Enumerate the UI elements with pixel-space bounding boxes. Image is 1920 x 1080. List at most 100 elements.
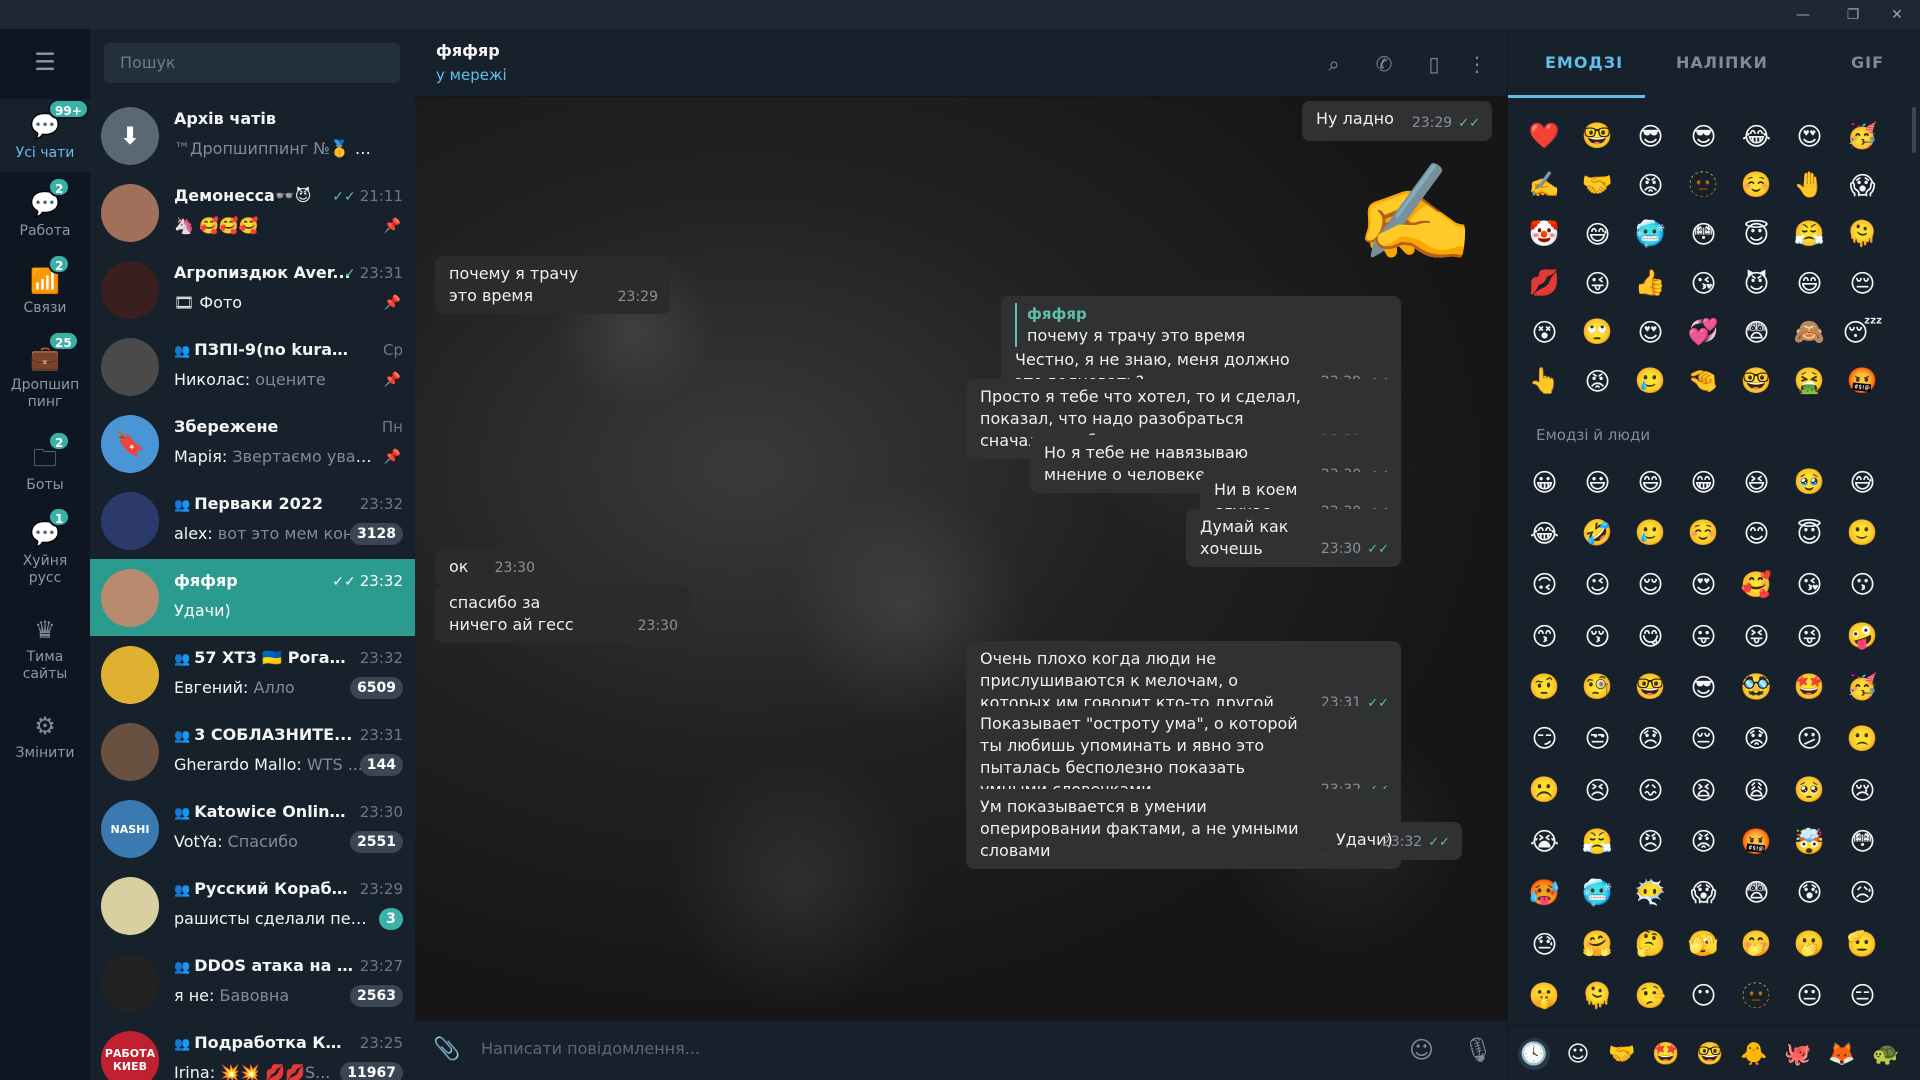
emoji-button[interactable]: 😄 [1783, 262, 1836, 304]
emoji-button[interactable]: 🤓 [1730, 360, 1783, 402]
emoji-button[interactable]: 😡 [1677, 821, 1730, 863]
emoji-button[interactable]: 🙂 [1836, 512, 1889, 554]
emoji-button[interactable]: 😭 [1518, 821, 1571, 863]
emoji-button[interactable]: 😍 [1624, 311, 1677, 353]
emoji-button[interactable]: 🧐 [1571, 666, 1624, 708]
emoji-button[interactable]: 😇 [1783, 512, 1836, 554]
emoji-button[interactable]: 😤 [1783, 213, 1836, 255]
emoji-button[interactable]: 😥 [1836, 872, 1889, 914]
emoji-button[interactable]: 😣 [1571, 769, 1624, 811]
emoji-button[interactable]: 🙃 [1518, 564, 1571, 606]
folder-edit[interactable]: ⚙ Змінити [0, 699, 90, 772]
emoji-button[interactable]: 😱 [1836, 164, 1889, 206]
incoming-message[interactable]: ок 23:30 [435, 549, 547, 585]
emoji-button[interactable]: 😜 [1783, 615, 1836, 657]
folder-all-chats[interactable]: 💬 Усі чати 99+ [0, 99, 90, 172]
emoji-button[interactable]: 😶 [1677, 975, 1730, 1017]
emoji-button[interactable]: 😫 [1677, 769, 1730, 811]
emoji-button[interactable]: 😅 [1836, 461, 1889, 503]
chat-list-item[interactable]: 👥 Перваки 2022 23:32 alex: вот это мем кон.… [90, 482, 415, 559]
food-category-icon[interactable]: 🤓 [1694, 1038, 1726, 1070]
emoji-button[interactable]: 🙁 [1836, 718, 1889, 760]
chat-list-item[interactable]: 👥DDOS атака на СЕ...23:27я не: Бавовна25… [90, 944, 415, 1021]
emoji-button[interactable]: 🤭 [1730, 923, 1783, 965]
emoji-button[interactable]: 😒 [1571, 718, 1624, 760]
chat-list-item[interactable]: Демонесса👓😈 ✓✓ 21:11 🦄 🥰🥰🥰 📌 [90, 174, 415, 251]
symbols-category-icon[interactable]: 🐢 [1870, 1038, 1902, 1070]
tab-gif[interactable]: GIF [1851, 53, 1884, 72]
emoji-button[interactable]: 🤨 [1518, 666, 1571, 708]
emoji-button[interactable]: 😆 [1730, 461, 1783, 503]
emoji-button[interactable]: 😄 [1624, 461, 1677, 503]
chat-list-item[interactable]: РАБОТА КИЕВ 👥 Подработка КИЕВ 23:25 Irina: 💥… [90, 1021, 415, 1080]
hamburger-icon[interactable]: ☰ [0, 29, 90, 95]
emoji-button[interactable]: 😇 [1730, 213, 1783, 255]
emoji-button[interactable]: 😗 [1836, 564, 1889, 606]
emoji-button[interactable]: 🫠 [1836, 213, 1889, 255]
emoji-button[interactable]: 🥶 [1624, 213, 1677, 255]
emoji-button[interactable]: 🤥 [1624, 975, 1677, 1017]
emoji-button[interactable]: 😵 [1518, 311, 1571, 353]
outgoing-message[interactable]: Удачи) 23:32 ✓✓ [1322, 822, 1462, 860]
emoji-button[interactable]: 🥹 [1783, 461, 1836, 503]
emoji-button[interactable]: 😕 [1783, 718, 1836, 760]
animals-category-icon[interactable]: 🤩 [1650, 1038, 1682, 1070]
travel-category-icon[interactable]: 🐙 [1782, 1038, 1814, 1070]
emoji-button[interactable]: 😢 [1836, 769, 1889, 811]
emoji-button[interactable]: 😍 [1783, 115, 1836, 157]
emoji-button[interactable]: 😏 [1518, 718, 1571, 760]
chat-list-item[interactable]: 👥 3 СОБЛАЗНИТЕ... 23:31 Gherardo Mallo: WTS… [90, 713, 415, 790]
emoji-button[interactable]: 😨 [1730, 872, 1783, 914]
emoji-button[interactable]: 🤡 [1518, 213, 1571, 255]
tab-emoji[interactable]: ЕМОДЗІ [1545, 53, 1623, 72]
chat-list-item[interactable]: NASHI 👥Katowice Online | ... 23:30 VotYa: С… [90, 790, 415, 867]
emoji-button[interactable]: 🫥 [1730, 975, 1783, 1017]
emoji-button[interactable]: 😑 [1836, 975, 1889, 1017]
reply-quote[interactable]: фяфяр почему я трачу это время [1015, 303, 1311, 347]
emoji-button[interactable]: 😉 [1571, 564, 1624, 606]
emoji-button[interactable]: 😁 [1677, 461, 1730, 503]
chat-list-item[interactable]: фяфяр ✓✓ 23:32 Удачи) [90, 559, 415, 636]
microphone-icon[interactable]: 🎙 [1463, 1036, 1493, 1064]
emoji-button[interactable]: ☺️ [1677, 512, 1730, 554]
emoji-button[interactable]: 😳 [1677, 213, 1730, 255]
emoji-button[interactable]: 😀 [1518, 461, 1571, 503]
emoji-button[interactable]: 😙 [1518, 615, 1571, 657]
chat-list-item[interactable]: 👥 ПЗПІ-9(no kurator) Ср Николас: оцените 📌 [90, 328, 415, 405]
more-icon[interactable]: ⋮ [1464, 51, 1490, 77]
outgoing-message[interactable]: Думай как хочешь 23:30 ✓✓ [1186, 509, 1401, 567]
emoji-button[interactable]: 🤩 [1783, 666, 1836, 708]
emoji-button[interactable]: 😃 [1571, 461, 1624, 503]
emoji-button[interactable]: 😎 [1624, 115, 1677, 157]
emoji-button[interactable]: 🤔 [1624, 923, 1677, 965]
search-icon[interactable]: ⌕ [1321, 51, 1347, 77]
emoji-button[interactable]: 😰 [1783, 872, 1836, 914]
emoji-button[interactable]: 🫡 [1836, 923, 1889, 965]
emoji-button[interactable]: 😔 [1677, 718, 1730, 760]
emoji-button[interactable]: 🤏 [1677, 360, 1730, 402]
incoming-message[interactable]: почему я трачу это время 23:29 [435, 256, 670, 314]
chat-title[interactable]: фяфяр [436, 41, 500, 60]
incoming-message[interactable]: спасибо за ничего ай гесс 23:30 [435, 585, 690, 643]
activity-category-icon[interactable]: 🐥 [1738, 1038, 1770, 1070]
emoji-button[interactable]: 😂 [1730, 115, 1783, 157]
emoji-button[interactable]: 🙈 [1783, 311, 1836, 353]
emoji-button[interactable]: 🥰 [1730, 564, 1783, 606]
emoji-button[interactable]: 😤 [1571, 821, 1624, 863]
emoji-button[interactable]: 💞 [1677, 311, 1730, 353]
emoji-button[interactable]: 🤣 [1571, 512, 1624, 554]
search-input[interactable]: Пошук [104, 43, 400, 83]
emoji-button[interactable]: 🥳 [1836, 666, 1889, 708]
emoji-button[interactable]: 🤓 [1571, 115, 1624, 157]
people-category-icon[interactable]: 🤝 [1606, 1038, 1638, 1070]
sidebar-icon[interactable]: ▯ [1421, 51, 1447, 77]
restore-button[interactable]: ❐ [1830, 0, 1876, 29]
objects-category-icon[interactable]: 🦊 [1826, 1038, 1858, 1070]
emoji-button[interactable]: 😠 [1624, 821, 1677, 863]
smiley-icon[interactable]: ☺ [1409, 1036, 1434, 1064]
emoji-button[interactable]: 😳 [1836, 821, 1889, 863]
emoji-button[interactable]: 🫢 [1783, 923, 1836, 965]
emoji-button[interactable]: 😝 [1730, 615, 1783, 657]
emoji-button[interactable]: 😟 [1730, 718, 1783, 760]
emoji-button[interactable]: 🥸 [1730, 666, 1783, 708]
